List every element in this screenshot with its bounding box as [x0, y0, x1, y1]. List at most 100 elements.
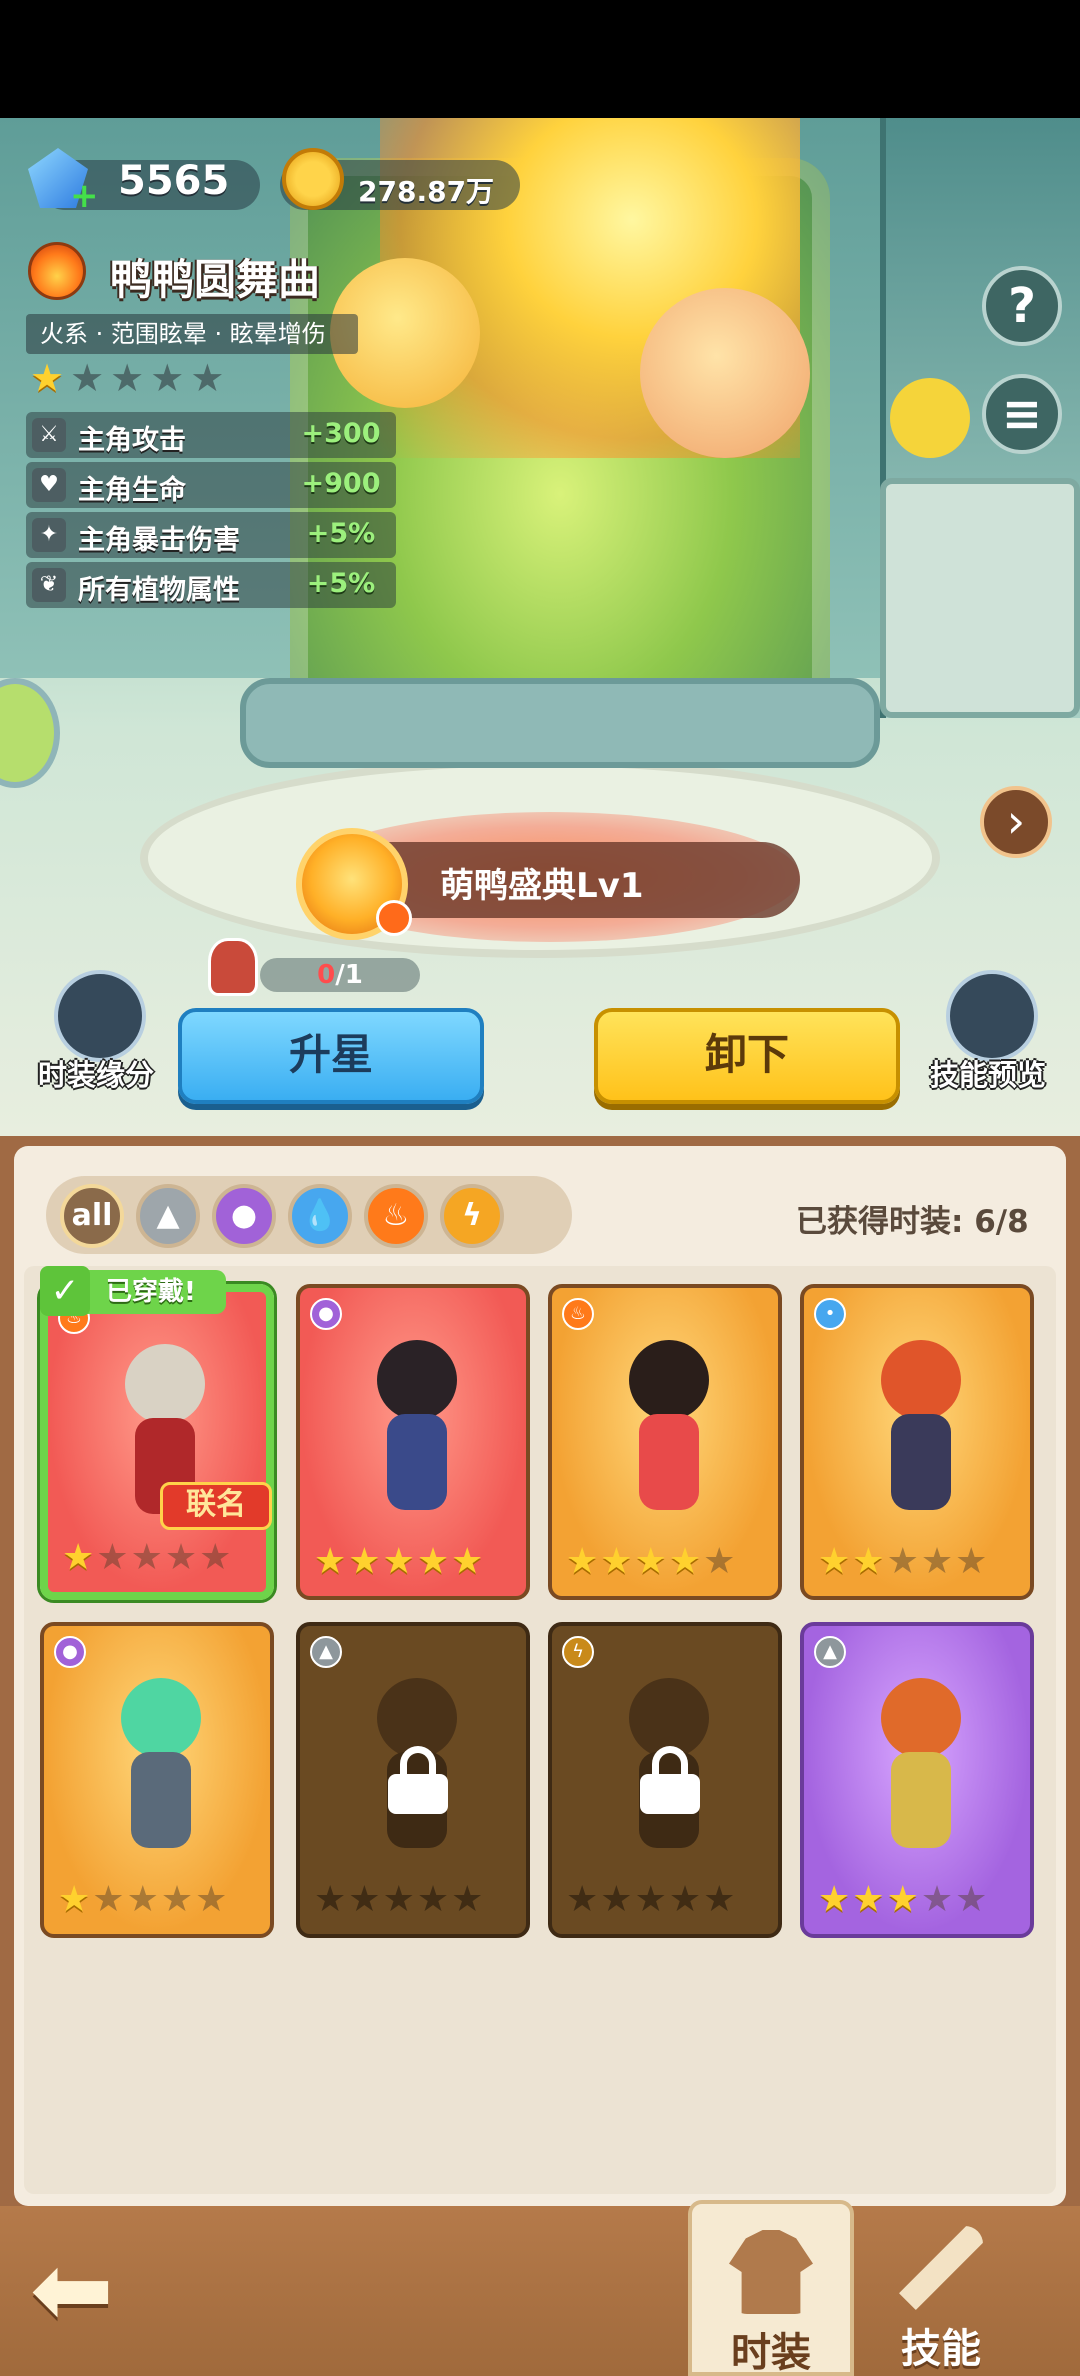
rocket-icon [899, 2226, 983, 2310]
star-icon: ★ [818, 1541, 851, 1582]
stat-row-crit: ✦ 主角暴击伤害 +5% [26, 512, 396, 558]
star-icon: ★ [195, 1879, 228, 1920]
character-portrait [362, 1340, 472, 1520]
add-gem-icon[interactable]: + [70, 176, 99, 216]
duck-character-right [640, 288, 810, 458]
costume-tags: 火系 · 范围眩晕 · 眩晕增伤 [26, 314, 358, 354]
fashion-bond-label[interactable]: 时装缘分 [38, 1052, 154, 1094]
progress-current: 0 [317, 960, 336, 990]
costume-card[interactable]: ♨ ★ ★ ★ ★ ★ [548, 1284, 782, 1600]
stat-value: +300 [301, 418, 381, 449]
help-button[interactable]: ? [982, 266, 1062, 346]
fashion-bond-icon[interactable] [54, 970, 146, 1062]
pet-fire-icon [376, 900, 412, 936]
costume-card[interactable]: • ★ ★ ★ ★ ★ [800, 1284, 1034, 1600]
star-icon: ★ [818, 1879, 851, 1920]
star-icon: ★ [566, 1879, 599, 1920]
back-arrow-icon[interactable]: ⬅ [30, 2240, 140, 2340]
star-icon: ★ [314, 1879, 347, 1920]
star-icon: ★ [314, 1541, 347, 1582]
costume-card-equipped[interactable]: ♨ ★ ★ ★ ★ ★ [40, 1284, 274, 1600]
star-icon: ★ [955, 1541, 988, 1582]
lock-icon [640, 1746, 700, 1814]
character-head [881, 1340, 961, 1420]
star-icon: ★ [703, 1541, 736, 1582]
star-icon: ★ [886, 1879, 919, 1920]
character-head [377, 1340, 457, 1420]
star-icon: ★ [600, 1879, 633, 1920]
star-icon: ★ [58, 1879, 91, 1920]
tab-costume[interactable]: 时装 [688, 2200, 854, 2376]
status-bar [0, 0, 1080, 118]
costume-card-locked[interactable]: ϟ ★ ★ ★ ★ ★ [548, 1622, 782, 1938]
filter-sword-icon[interactable]: ▲ [136, 1184, 200, 1248]
stat-value: +5% [306, 568, 376, 599]
star-icon: ★ [852, 1541, 885, 1582]
checkmark-icon: ✓ [40, 1266, 90, 1316]
star-icon: ★ [634, 1879, 667, 1920]
upgrade-star-button[interactable]: 升星 [178, 1008, 484, 1104]
character-body [891, 1414, 951, 1510]
character-body [639, 1414, 699, 1510]
star-icon: ★ [92, 1879, 125, 1920]
filter-water-icon[interactable]: 💧 [288, 1184, 352, 1248]
plant-icon: ❦ [32, 568, 66, 602]
character-head [125, 1344, 205, 1424]
costume-card-locked[interactable]: ▲ ★ ★ ★ ★ ★ [296, 1622, 530, 1938]
star-icon: ★ [886, 1541, 919, 1582]
card-star-rating: ★ ★ ★ ★ ★ [818, 1880, 987, 1920]
star-icon: ★ [70, 356, 105, 400]
star-icon: ★ [920, 1541, 954, 1582]
stat-label: 主角暴击伤害 [78, 525, 240, 556]
star-icon: ★ [416, 1879, 450, 1920]
next-arrow-button[interactable]: › [980, 786, 1052, 858]
character-portrait [866, 1678, 976, 1858]
lock-icon [388, 1746, 448, 1814]
video-camera-icon[interactable] [946, 970, 1038, 1062]
bolt-element-icon: ϟ [562, 1636, 594, 1668]
skill-preview-label[interactable]: 技能预览 [930, 1052, 1046, 1094]
unequip-button[interactable]: 卸下 [594, 1008, 900, 1104]
tab-skill[interactable]: 技能 [858, 2200, 1024, 2376]
costume-card[interactable]: ▲ ★ ★ ★ ★ ★ [800, 1622, 1034, 1938]
filter-bolt-icon[interactable]: ϟ [440, 1184, 504, 1248]
owned-costume-count: 已获得时装: 6/8 [796, 1204, 1029, 1240]
costume-card[interactable]: ● ★ ★ ★ ★ ★ [40, 1622, 274, 1938]
filter-potion-icon[interactable]: ● [212, 1184, 276, 1248]
menu-list-button[interactable]: ≡ [982, 374, 1062, 454]
sword-element-icon: ▲ [310, 1636, 342, 1668]
lock-body [640, 1774, 700, 1814]
star-icon: ★ [160, 1879, 194, 1920]
character-head [881, 1678, 961, 1758]
upgrade-progress-text: 0/1 [260, 960, 420, 990]
card-star-rating: ★ ★ ★ ★ ★ [566, 1542, 735, 1582]
star-icon: ★ [126, 1879, 159, 1920]
costume-screen: + 5565 278.87万 鸭鸭圆舞曲 火系 · 范围眩晕 · 眩晕增伤 ★ ★… [0, 0, 1080, 2376]
star-icon: ★ [668, 1541, 702, 1582]
star-icon: ★ [164, 1537, 198, 1578]
character-head [629, 1340, 709, 1420]
stat-label: 主角攻击 [78, 425, 186, 456]
star-icon: ★ [190, 356, 225, 400]
character-portrait [614, 1340, 724, 1520]
display-tube-base [240, 678, 880, 768]
gem-amount: 5565 [118, 158, 230, 204]
collab-badge: 联名 [160, 1482, 272, 1530]
coin-amount: 278.87万 [358, 175, 495, 208]
star-icon: ★ [62, 1537, 95, 1578]
stat-row-plant: ❦ 所有植物属性 +5% [26, 562, 396, 608]
character-body [131, 1752, 191, 1848]
progress-total: /1 [335, 960, 363, 990]
star-icon: ★ [96, 1537, 129, 1578]
card-star-rating: ★ ★ ★ ★ ★ [314, 1542, 483, 1582]
star-icon: ★ [600, 1541, 633, 1582]
water-element-icon: • [814, 1298, 846, 1330]
filter-all-button[interactable]: all [60, 1184, 124, 1248]
character-portrait [866, 1340, 976, 1520]
tab-skill-label: 技能 [901, 2326, 981, 2372]
plant-decoration [890, 378, 970, 458]
card-star-rating: ★ ★ ★ ★ ★ [566, 1880, 735, 1920]
star-icon: ★ [852, 1879, 885, 1920]
filter-fire-icon[interactable]: ♨ [364, 1184, 428, 1248]
costume-card[interactable]: ● ★ ★ ★ ★ ★ [296, 1284, 530, 1600]
